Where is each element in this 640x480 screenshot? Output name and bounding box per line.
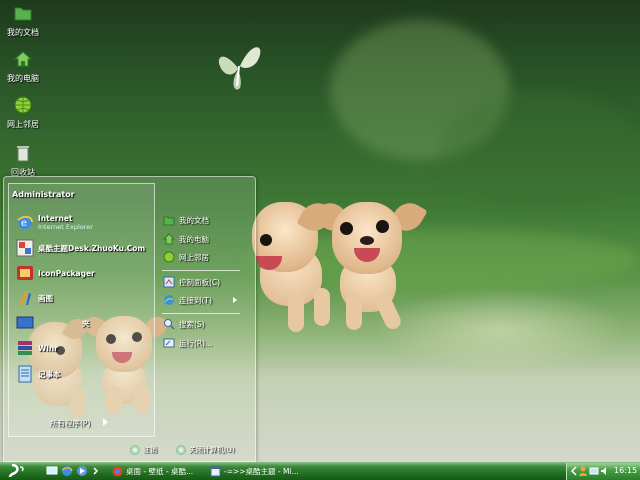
start-menu-username: Administrator (12, 190, 75, 199)
svg-text:e: e (21, 218, 27, 229)
start-item-app[interactable]: 夹 (16, 313, 90, 333)
logoff-button[interactable]: 注销 (130, 445, 157, 455)
quick-launch-player-icon[interactable] (76, 465, 88, 477)
start-item-paint[interactable]: 画图 (16, 288, 53, 308)
start-right-label: 搜索(S) (179, 319, 205, 329)
start-item-title: 记事本 (38, 369, 61, 379)
start-right-label: 运行(R)... (179, 338, 213, 348)
winrar-icon (18, 341, 32, 355)
start-right-search[interactable]: 搜索(S) (163, 317, 205, 331)
browser-icon (112, 466, 123, 476)
app-icon (16, 316, 34, 329)
quick-launch-expand-icon[interactable] (92, 465, 100, 477)
desktop-icon-my-computer[interactable]: 我的电脑 (2, 50, 44, 84)
desktop-icon-recycle-bin[interactable]: 回收站 (2, 144, 44, 178)
ie-icon: e (17, 215, 33, 229)
desktop-icon-label: 我的电脑 (7, 74, 39, 83)
desktop-icon-label: 网上邻居 (7, 120, 39, 129)
control-panel-icon (163, 276, 175, 288)
start-right-divider (162, 313, 240, 314)
desktop-icon-my-documents[interactable]: 我的文档 (2, 4, 44, 38)
iconpackager-icon (17, 266, 33, 280)
start-item-title: Winr (38, 343, 58, 353)
shutdown-label: 关闭计算机(U) (189, 446, 235, 454)
tray-network-icon[interactable] (589, 466, 599, 476)
desktop-icon-network[interactable]: 网上邻居 (2, 96, 44, 130)
taskbar-item-label: 桌面 - 壁纸 - 桌酷... (126, 466, 194, 476)
shutdown-button[interactable]: 关闭计算机(U) (176, 445, 235, 455)
start-right-run[interactable]: 运行(R)... (163, 336, 212, 350)
tray-volume-icon[interactable] (600, 466, 610, 476)
taskbar-item-browser[interactable]: 桌面 - 壁纸 - 桌酷... (112, 464, 193, 478)
arrow-right-icon (103, 418, 108, 426)
all-programs-button[interactable]: 所有程序(P) (50, 418, 90, 429)
bokeh-light (440, 90, 640, 210)
paint-icon (19, 291, 31, 306)
start-right-label: 网上邻居 (179, 252, 209, 262)
arrow-right-icon (233, 297, 237, 303)
start-item-notepad[interactable]: 记事本 (16, 364, 61, 384)
start-item-title: 桌酷主题Desk.ZhuoKu.Com (38, 243, 146, 253)
puppy-right (312, 197, 428, 333)
run-icon (163, 338, 175, 348)
folder-icon (14, 7, 32, 21)
theme-icon (16, 239, 34, 257)
tray-user-icon[interactable] (578, 466, 588, 476)
start-right-label: 控制面板(C) (179, 277, 221, 287)
globe-icon (163, 251, 175, 263)
recycle-bin-icon (17, 146, 29, 162)
search-icon (164, 319, 175, 330)
start-right-my-documents[interactable]: 我的文档 (163, 213, 209, 227)
start-right-label: 我的文档 (179, 215, 209, 225)
start-right-label: 我的电脑 (179, 234, 209, 244)
start-item-winrar[interactable]: Winr (16, 338, 58, 358)
taskbar-clock: 16:15 (614, 466, 638, 475)
quick-launch-desktop-icon[interactable] (46, 465, 58, 477)
start-item-iconpackager[interactable]: IconPackager (16, 263, 95, 283)
start-item-title: IconPackager (38, 268, 95, 278)
start-item-internet[interactable]: e Internet Internet Explorer (16, 212, 93, 232)
home-icon (13, 51, 33, 67)
start-item-title: 画图 (38, 293, 53, 303)
start-right-my-computer[interactable]: 我的电脑 (163, 232, 209, 246)
desktop-icon-label: 我的文档 (7, 28, 39, 37)
folder-icon (163, 216, 175, 226)
home-icon (163, 233, 175, 245)
start-item-subtitle: Internet Explorer (38, 222, 93, 231)
start-right-divider (162, 270, 240, 271)
logoff-label: 注销 (143, 446, 157, 454)
taskbar-item-window[interactable]: -=>>桌酷主题 - Mi... (210, 464, 299, 478)
start-button[interactable] (6, 463, 32, 479)
start-right-connect[interactable]: 连接到(T) (163, 293, 212, 307)
globe-icon (14, 96, 32, 114)
power-icon (176, 445, 186, 455)
start-right-network[interactable]: 网上邻居 (163, 250, 209, 264)
start-item-partial-text: 夹 (82, 318, 90, 328)
window-icon (210, 466, 221, 476)
butterfly-graphic (218, 47, 261, 90)
start-right-label: 连接到(T) (179, 295, 212, 305)
taskbar-item-label: -=>>桌酷主题 - Mi... (224, 466, 299, 476)
start-right-control-panel[interactable]: 控制面板(C) (163, 275, 220, 289)
logoff-icon (130, 445, 140, 455)
quick-launch-ie-icon[interactable] (61, 465, 73, 477)
start-item-title: Internet (38, 213, 73, 223)
start-item-zhuoku[interactable]: 桌酷主题Desk.ZhuoKu.Com (16, 238, 145, 258)
notepad-icon (18, 365, 32, 383)
connect-icon (164, 295, 174, 305)
